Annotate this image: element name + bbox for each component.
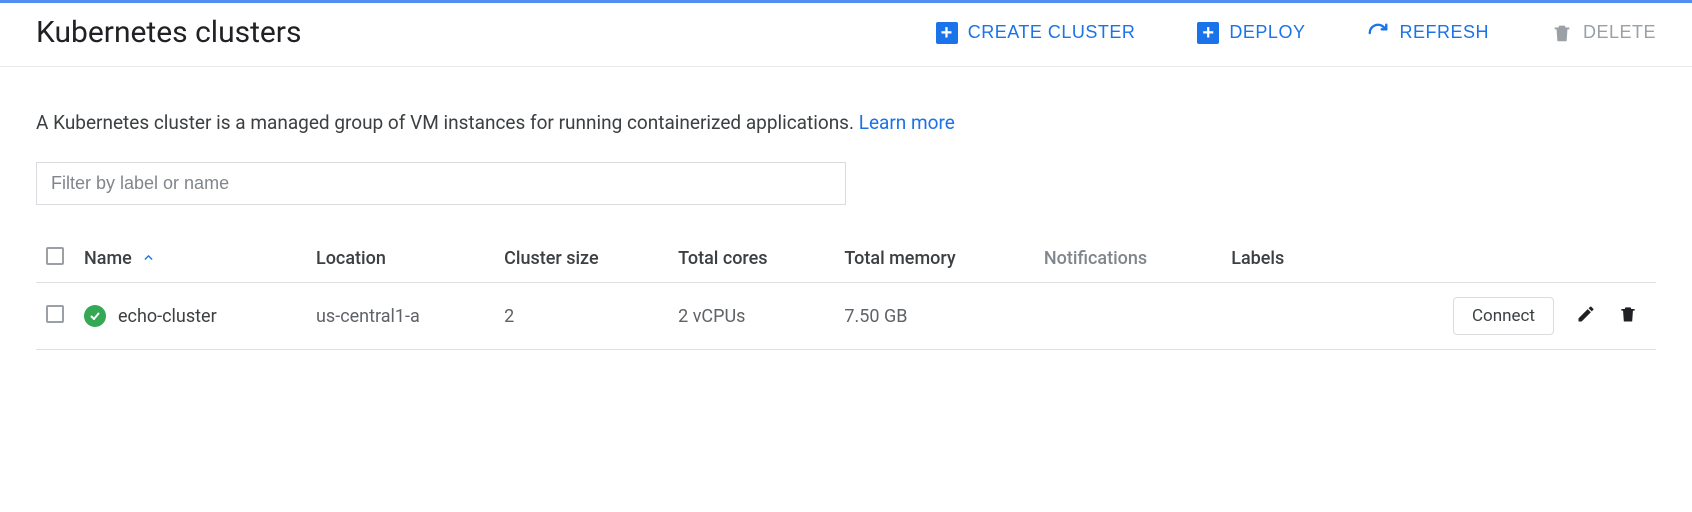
cell-cluster-size: 2 [494, 283, 668, 350]
create-cluster-label: Create cluster [968, 22, 1136, 43]
cluster-name[interactable]: echo-cluster [118, 306, 217, 327]
description: A Kubernetes cluster is a managed group … [36, 111, 1656, 134]
learn-more-link[interactable]: Learn more [859, 111, 955, 134]
cluster-table: Name Location Cluster size Total cores T… [36, 235, 1656, 350]
plus-icon: + [1197, 22, 1219, 44]
column-name-label: Name [84, 248, 132, 269]
toolbar-actions: + Create cluster + Deploy Refresh Delete [936, 22, 1656, 44]
column-actions [1332, 235, 1656, 283]
name-cell: echo-cluster [84, 305, 296, 327]
table-row: echo-cluster us-central1-a 2 2 vCPUs 7.5… [36, 283, 1656, 350]
column-cluster-size[interactable]: Cluster size [494, 235, 668, 283]
deploy-label: Deploy [1229, 22, 1305, 43]
refresh-icon [1367, 22, 1389, 44]
deploy-button[interactable]: + Deploy [1197, 22, 1305, 44]
cell-labels [1221, 283, 1332, 350]
cell-notifications [1034, 283, 1221, 350]
edit-icon[interactable] [1576, 304, 1596, 329]
page-title: Kubernetes clusters [36, 15, 301, 50]
trash-icon[interactable] [1618, 304, 1638, 329]
column-total-memory[interactable]: Total memory [834, 235, 1034, 283]
delete-label: Delete [1583, 22, 1656, 43]
trash-icon [1551, 22, 1573, 44]
delete-button[interactable]: Delete [1551, 22, 1656, 44]
create-cluster-button[interactable]: + Create cluster [936, 22, 1136, 44]
cell-total-cores: 2 vCPUs [668, 283, 834, 350]
table-header: Name Location Cluster size Total cores T… [36, 235, 1656, 283]
select-all-checkbox[interactable] [46, 247, 64, 265]
column-name[interactable]: Name [74, 235, 306, 283]
content: A Kubernetes cluster is a managed group … [0, 67, 1692, 372]
status-ok-icon [84, 305, 106, 327]
refresh-button[interactable]: Refresh [1367, 22, 1489, 44]
row-actions: Connect [1342, 297, 1646, 335]
refresh-label: Refresh [1399, 22, 1489, 43]
sort-asc-icon [142, 251, 155, 268]
cell-total-memory: 7.50 GB [834, 283, 1034, 350]
column-labels[interactable]: Labels [1221, 235, 1332, 283]
description-text: A Kubernetes cluster is a managed group … [36, 111, 859, 134]
select-all-header [36, 235, 74, 283]
filter-input[interactable] [36, 162, 846, 205]
plus-icon: + [936, 22, 958, 44]
cell-location: us-central1-a [306, 283, 494, 350]
connect-button[interactable]: Connect [1453, 297, 1554, 335]
column-location[interactable]: Location [306, 235, 494, 283]
column-notifications[interactable]: Notifications [1034, 235, 1221, 283]
toolbar: Kubernetes clusters + Create cluster + D… [0, 3, 1692, 67]
column-total-cores[interactable]: Total cores [668, 235, 834, 283]
row-checkbox[interactable] [46, 305, 64, 323]
